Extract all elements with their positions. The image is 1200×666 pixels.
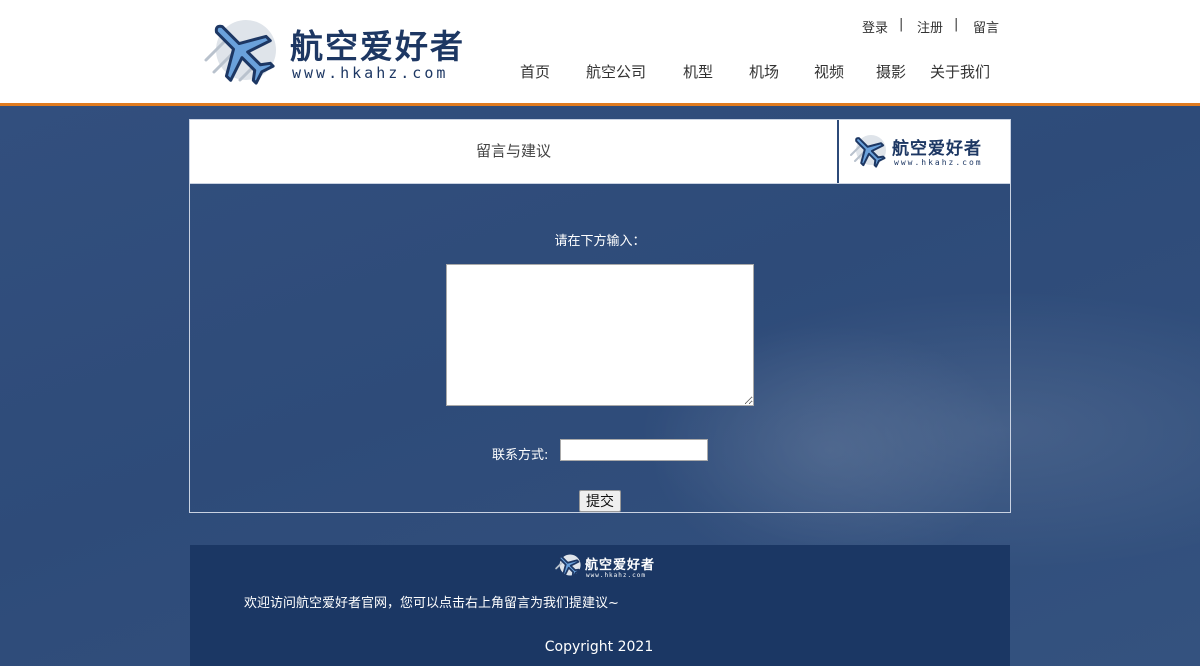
footer-logo: 航空爱好者 www.hkahz.com: [554, 551, 654, 581]
nav-item-about[interactable]: 关于我们: [930, 61, 990, 82]
site-header: 航空爱好者 www.hkahz.com 登录 | 注册 | 留言 首页 航空公司…: [0, 0, 1200, 106]
panel-divider: [837, 120, 839, 183]
panel-brand-url: www.hkahz.com: [894, 158, 983, 167]
footer-welcome-text: 欢迎访问航空爱好者官网，您可以点击右上角留言为我们提建议~: [244, 596, 619, 611]
feedback-panel: 留言与建议 航空爱好者 www.hkahz.com 请在下方输入： 联系方式: …: [189, 119, 1011, 513]
submit-button[interactable]: 提交: [579, 490, 621, 512]
nav-item-airports[interactable]: 机场: [749, 61, 779, 82]
footer-brand-name: 航空爱好者: [585, 558, 656, 573]
register-link[interactable]: 注册: [917, 17, 943, 36]
nav-item-videos[interactable]: 视频: [814, 61, 844, 82]
panel-header: 留言与建议 航空爱好者 www.hkahz.com: [190, 120, 1010, 184]
panel-title: 留言与建议: [475, 142, 551, 160]
main-nav: 首页 航空公司 机型 机场 视频 摄影 关于我们: [0, 61, 1200, 81]
message-textarea[interactable]: [446, 264, 754, 406]
airplane-logo-icon: [555, 554, 581, 578]
footer-copyright: Copyright 2021: [544, 639, 654, 655]
footer-brand-url: www.hkahz.com: [586, 572, 646, 579]
contact-label: 联系方式:: [492, 448, 549, 463]
login-link[interactable]: 登录: [862, 17, 888, 36]
nav-item-airlines[interactable]: 航空公司: [586, 61, 646, 82]
top-link-separator: |: [899, 17, 904, 32]
nav-item-photography[interactable]: 摄影: [876, 61, 906, 82]
nav-item-home[interactable]: 首页: [520, 61, 550, 82]
nav-item-aircraft[interactable]: 机型: [683, 61, 713, 82]
panel-brand-name: 航空爱好者: [892, 139, 982, 159]
message-link[interactable]: 留言: [973, 17, 999, 36]
site-footer: 航空爱好者 www.hkahz.com 欢迎访问航空爱好者官网，您可以点击右上角…: [190, 545, 1010, 666]
panel-logo: 航空爱好者 www.hkahz.com: [846, 128, 1006, 176]
input-prompt: 请在下方输入：: [554, 234, 646, 249]
top-link-separator: |: [954, 17, 959, 32]
top-links: 登录 | 注册 | 留言: [858, 17, 1008, 36]
airplane-logo-icon: [850, 135, 886, 168]
contact-input[interactable]: [560, 439, 708, 461]
